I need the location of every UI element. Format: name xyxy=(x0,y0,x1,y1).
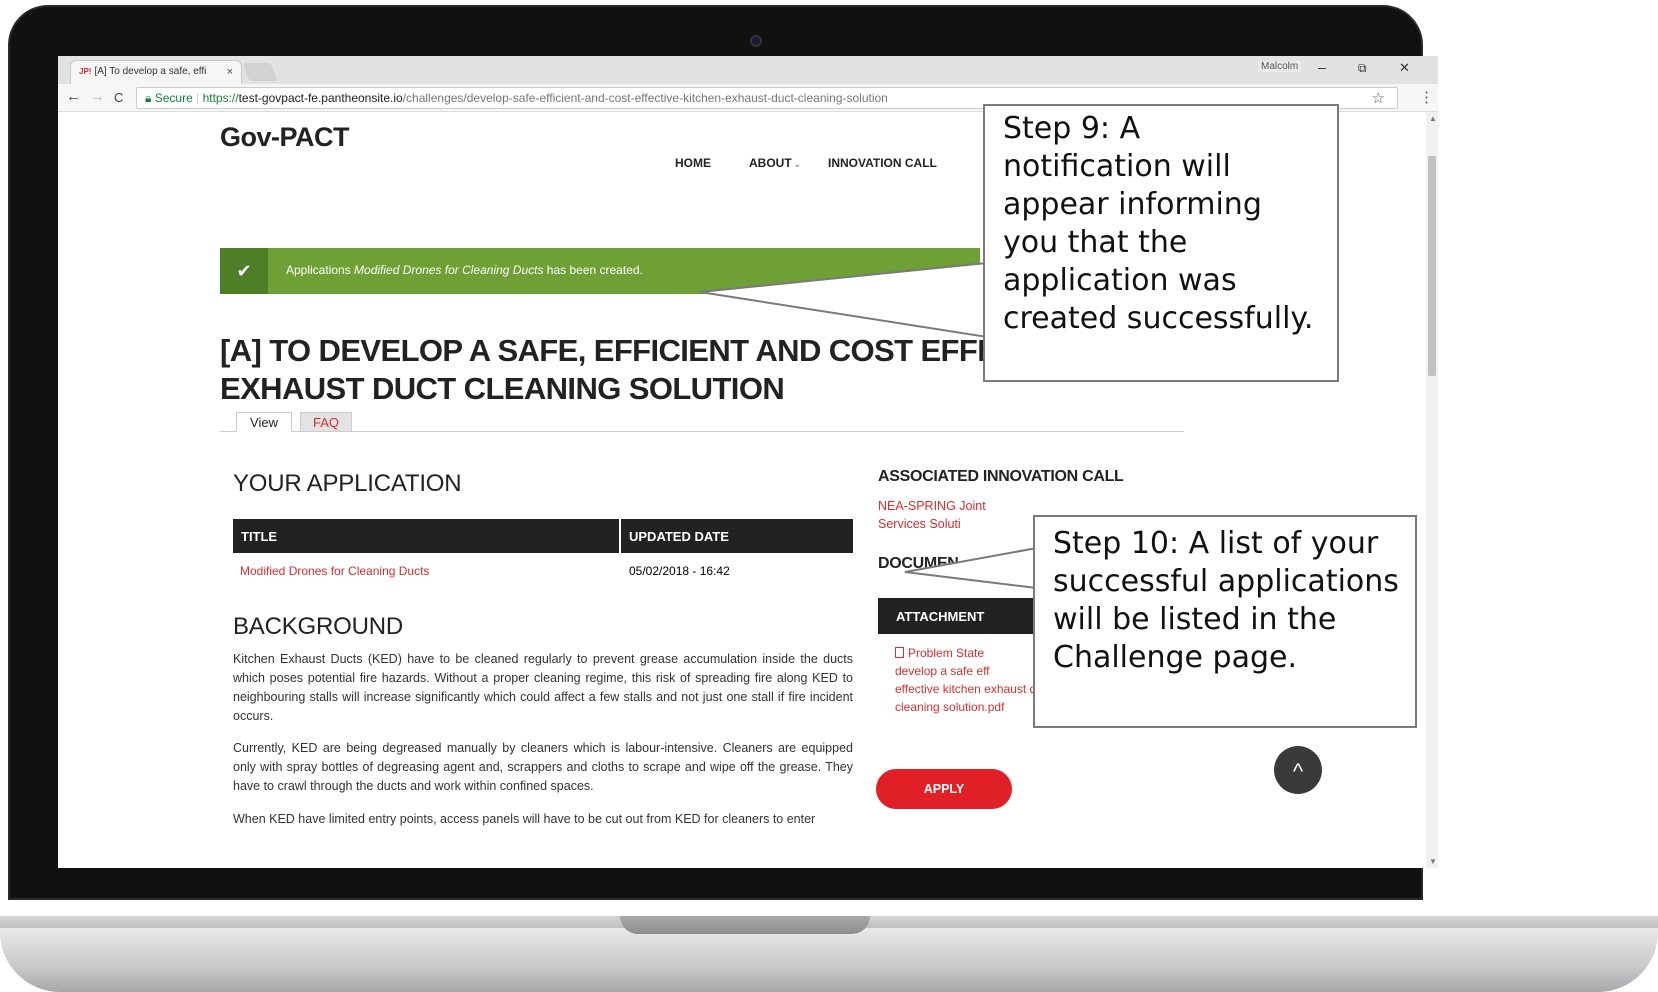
step10-line: Challenge page. xyxy=(1053,640,1297,676)
apply-button[interactable]: APPLY xyxy=(876,769,1012,809)
tab-view[interactable]: View xyxy=(236,412,292,432)
attachment-line-1: Problem State xyxy=(908,646,985,660)
step9-callout: Step 9: A notification will appear infor… xyxy=(983,104,1339,382)
nav-about[interactable]: ABOUT ⌄ xyxy=(749,156,801,170)
step10-callout: Step 10: A list of your successful appli… xyxy=(1033,515,1417,728)
scroll-thumb[interactable] xyxy=(1428,156,1436,376)
application-title-link[interactable]: Modified Drones for Cleaning Ducts xyxy=(240,564,429,578)
step9-line: you that the xyxy=(1003,225,1188,261)
tab-faq[interactable]: FAQ xyxy=(300,412,352,432)
applications-table: TITLE UPDATED DATE Modified Drones for C… xyxy=(233,519,853,587)
chevron-down-icon: ⌄ xyxy=(791,160,801,169)
table-row: Modified Drones for Cleaning Ducts 05/02… xyxy=(233,553,853,587)
lock-icon: 🔒︎ xyxy=(145,91,152,105)
laptop-base xyxy=(0,928,1658,992)
step10-line: Step 10: A list of your xyxy=(1053,526,1379,561)
application-updated-date: 05/02/2018 - 16:42 xyxy=(629,564,730,578)
tab-strip: JP! [A] To develop a safe, effi × Malcolm… xyxy=(58,56,1438,84)
nav-about-label: ABOUT xyxy=(749,156,792,170)
reload-icon[interactable]: C xyxy=(114,90,123,105)
step9-line: created successfully. xyxy=(1003,301,1314,337)
favicon-icon: JP! xyxy=(79,67,92,76)
associated-call-link-continued[interactable]: Services Soluti xyxy=(878,515,961,533)
column-title: TITLE xyxy=(241,529,278,544)
browser-tab[interactable]: JP! [A] To develop a safe, effi × xyxy=(70,60,242,84)
back-icon[interactable]: ← xyxy=(66,88,81,105)
checkmark-icon: ✔ xyxy=(220,248,268,294)
minimize-icon[interactable]: – xyxy=(1318,59,1326,75)
laptop-notch xyxy=(620,916,870,934)
bookmark-star-icon[interactable]: ☆ xyxy=(1372,89,1385,107)
table-header: TITLE UPDATED DATE xyxy=(233,519,853,553)
secure-label: Secure xyxy=(154,91,193,105)
pdf-icon xyxy=(895,647,904,658)
new-tab-button[interactable] xyxy=(242,63,278,81)
attachment-line-2: develop a safe eff xyxy=(895,664,990,678)
url-path: /challenges/develop-safe-efficient-and-c… xyxy=(402,91,888,105)
restore-icon[interactable]: ⧉ xyxy=(1358,61,1367,76)
attachment-line-3: effective kitchen exhaust duct xyxy=(895,682,1053,696)
step9-line: Step 9: A xyxy=(1003,111,1141,146)
nav-home[interactable]: HOME xyxy=(675,156,711,170)
page-tabs: View FAQ xyxy=(220,412,1184,432)
url-host: test-govpact-fe.pantheonsite.io xyxy=(238,91,403,105)
associated-call-link[interactable]: NEA-SPRING Joint xyxy=(878,497,986,515)
camera-icon xyxy=(750,35,762,47)
associated-call-heading: ASSOCIATED INNOVATION CALL xyxy=(878,468,1124,485)
step10-line: will be listed in the xyxy=(1053,602,1337,638)
scroll-up-icon[interactable]: ▲ xyxy=(1429,114,1437,123)
background-paragraph: When KED have limited entry points, acce… xyxy=(233,812,816,826)
column-updated-date: UPDATED DATE xyxy=(629,529,729,544)
success-alert: ✔ Applications Modified Drones for Clean… xyxy=(220,248,980,294)
step10-line: successful applications xyxy=(1053,564,1399,600)
tab-title: [A] To develop a safe, effi xyxy=(94,66,207,77)
step9-line: application was xyxy=(1003,263,1237,299)
alert-message: Applications Modified Drones for Cleanin… xyxy=(286,263,643,277)
background-heading: BACKGROUND xyxy=(233,613,404,640)
back-to-top-icon[interactable]: ^ xyxy=(1274,746,1322,794)
attachment-link[interactable]: Problem State develop a safe eff effecti… xyxy=(895,644,1052,716)
background-paragraph: Currently, KED are being degreased manua… xyxy=(233,741,853,793)
alert-application-name: Modified Drones for Cleaning Ducts xyxy=(354,263,544,277)
background-paragraph: Kitchen Exhaust Ducts (KED) have to be c… xyxy=(233,652,853,723)
your-application-heading: YOUR APPLICATION xyxy=(233,470,462,497)
alert-prefix: Applications xyxy=(286,263,355,277)
nav-innovation-call[interactable]: INNOVATION CALL xyxy=(828,156,937,170)
scroll-down-icon[interactable]: ▼ xyxy=(1429,857,1437,866)
slide: JP! [A] To develop a safe, effi × Malcolm… xyxy=(0,0,1658,992)
url-scheme: https:// xyxy=(202,91,239,105)
documents-heading: DOCUMEN xyxy=(878,555,959,572)
browser-menu-icon[interactable]: ⋮ xyxy=(1419,88,1434,106)
site-logo[interactable]: Gov-PACT xyxy=(220,122,350,153)
attachments-header: ATTACHMENT xyxy=(878,598,1058,634)
step9-line: notification will xyxy=(1003,149,1231,185)
close-window-icon[interactable]: ✕ xyxy=(1399,60,1410,76)
profile-name[interactable]: Malcolm xyxy=(1258,61,1302,72)
tab-close-icon[interactable]: × xyxy=(227,66,233,78)
scrollbar[interactable]: ▲ ▼ xyxy=(1426,112,1438,868)
column-divider xyxy=(619,519,621,553)
alert-suffix: has been created. xyxy=(543,263,643,277)
forward-icon[interactable]: → xyxy=(90,88,105,105)
attachment-line-4: cleaning solution.pdf xyxy=(895,700,1005,714)
step9-line: appear informing xyxy=(1003,187,1262,223)
